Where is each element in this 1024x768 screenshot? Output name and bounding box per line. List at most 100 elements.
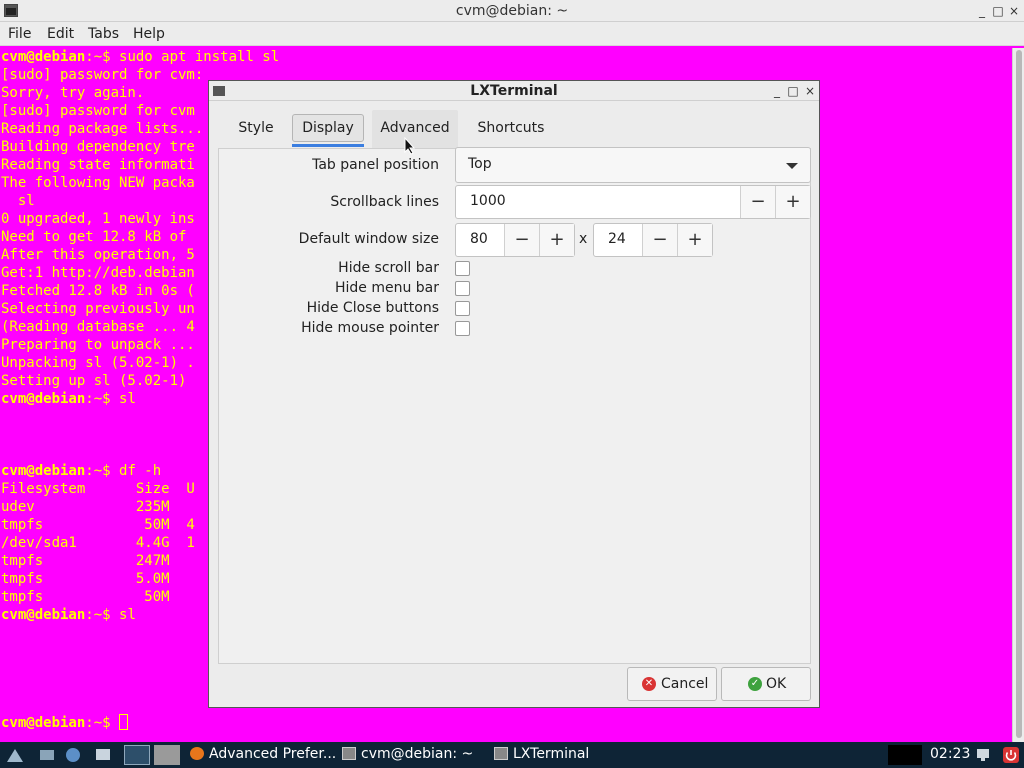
window-cols-spinner[interactable]: 80 − + xyxy=(455,223,575,257)
tab-panel-position-select[interactable]: Top xyxy=(455,147,811,183)
terminal-prompt-line: cvm@debian:~$ df -h xyxy=(1,463,162,479)
rows-decrement-button[interactable]: − xyxy=(642,224,677,256)
terminal-output-line: tmpfs 50M xyxy=(1,589,170,605)
menu-edit[interactable]: Edit xyxy=(47,26,74,42)
terminal-output-line: [sudo] password for cvm: xyxy=(1,67,204,83)
tab-shortcuts[interactable]: Shortcuts xyxy=(470,110,552,148)
terminal-prompt-line: cvm@debian:~$ sl xyxy=(1,391,136,407)
start-menu-icon[interactable] xyxy=(6,746,24,764)
terminal-prompt-line: cvm@debian:~$ xyxy=(1,714,129,732)
cancel-button[interactable]: ✕ Cancel xyxy=(627,667,717,701)
terminal-window-title: cvm@debian: ~ xyxy=(455,3,569,19)
terminal-output-line: tmpfs 247M xyxy=(1,553,170,569)
window-rows-value[interactable]: 24 xyxy=(608,231,626,247)
scrollback-decrement-button[interactable]: − xyxy=(740,186,775,218)
close-button[interactable]: × xyxy=(1007,3,1021,19)
hide-scroll-bar-label: Hide scroll bar xyxy=(338,260,439,276)
preferences-dialog: LXTerminal _ □ × Style Display Advanced … xyxy=(208,80,820,708)
clock[interactable]: 02:23 xyxy=(930,746,970,762)
terminal-output-line: sl xyxy=(1,193,35,209)
terminal-scrollbar[interactable] xyxy=(1012,48,1024,742)
terminal-output-line: Setting up sl (5.02-1) xyxy=(1,373,187,389)
network-icon[interactable] xyxy=(974,746,992,764)
tab-display[interactable]: Display xyxy=(292,110,364,148)
file-manager-icon[interactable] xyxy=(38,746,56,764)
terminal-output-line: 0 upgraded, 1 newly ins xyxy=(1,211,195,227)
taskbar-task-terminal[interactable]: cvm@debian: ~ xyxy=(342,742,473,768)
dialog-title: LXTerminal xyxy=(470,83,558,99)
show-desktop-icon[interactable] xyxy=(94,746,112,764)
dialog-titlebar[interactable]: LXTerminal _ □ × xyxy=(209,81,819,101)
terminal-prompt-line: cvm@debian:~$ sudo apt install sl xyxy=(1,49,280,65)
terminal-output-line: Need to get 12.8 kB of xyxy=(1,229,187,245)
terminal-titlebar[interactable]: cvm@debian: ~ _ □ × xyxy=(0,0,1024,22)
desktop-pager-1[interactable] xyxy=(124,745,150,765)
dialog-minimize-button[interactable]: _ xyxy=(770,83,784,99)
mouse-pointer-icon xyxy=(404,137,416,155)
hide-menu-bar-label: Hide menu bar xyxy=(334,280,439,296)
terminal-output-line: Unpacking sl (5.02-1) . xyxy=(1,355,195,371)
cols-increment-button[interactable]: + xyxy=(539,224,574,256)
display-settings-panel: Tab panel position Top Scrollback lines … xyxy=(218,147,811,664)
active-tab-indicator xyxy=(292,144,364,147)
terminal-output-line: The following NEW packa xyxy=(1,175,195,191)
scrollback-increment-button[interactable]: + xyxy=(775,186,810,218)
dialog-maximize-button[interactable]: □ xyxy=(786,83,800,99)
terminal-prompt-line: cvm@debian:~$ sl xyxy=(1,607,136,623)
power-icon[interactable] xyxy=(1002,746,1020,764)
terminal-output-line: [sudo] password for cvm xyxy=(1,103,195,119)
hide-close-buttons-label: Hide Close buttons xyxy=(306,300,439,316)
terminal-output-line: tmpfs 50M 4 xyxy=(1,517,195,533)
terminal-output-line: Building dependency tre xyxy=(1,139,195,155)
terminal-output-line: Filesystem Size U xyxy=(1,481,195,497)
terminal-output-line: Fetched 12.8 kB in 0s ( xyxy=(1,283,195,299)
terminal-output-line: Reading state informati xyxy=(1,157,195,173)
terminal-output-line: Sorry, try again. xyxy=(1,85,145,101)
cols-decrement-button[interactable]: − xyxy=(504,224,539,256)
taskbar: Advanced Prefer... cvm@debian: ~ LXTermi… xyxy=(0,742,1024,768)
ok-check-icon: ✓ xyxy=(748,677,762,691)
terminal-output-line: Preparing to unpack ... xyxy=(1,337,195,353)
terminal-output-line: tmpfs 5.0M xyxy=(1,571,170,587)
size-separator: x xyxy=(579,231,588,247)
scrollbar-thumb[interactable] xyxy=(1016,50,1022,738)
chevron-down-icon xyxy=(786,163,798,169)
tab-style[interactable]: Style xyxy=(230,110,282,148)
terminal-output-line: (Reading database ... 4 xyxy=(1,319,195,335)
cpu-monitor-graph xyxy=(888,745,922,765)
dialog-close-button[interactable]: × xyxy=(803,83,817,99)
menu-file[interactable]: File xyxy=(8,26,31,42)
hide-close-buttons-checkbox[interactable] xyxy=(455,301,470,316)
hide-mouse-pointer-checkbox[interactable] xyxy=(455,321,470,336)
hide-scroll-bar-checkbox[interactable] xyxy=(455,261,470,276)
ok-button[interactable]: ✓ OK xyxy=(721,667,811,701)
default-window-size-label: Default window size xyxy=(298,231,439,247)
cancel-icon: ✕ xyxy=(642,677,656,691)
terminal-cursor xyxy=(119,714,129,730)
minimize-button[interactable]: _ xyxy=(975,3,989,19)
taskbar-task-advanced-prefs[interactable]: Advanced Prefer... xyxy=(190,742,336,768)
window-cols-value[interactable]: 80 xyxy=(470,231,488,247)
web-browser-icon[interactable] xyxy=(64,746,82,764)
window-rows-spinner[interactable]: 24 − + xyxy=(593,223,713,257)
menu-tabs[interactable]: Tabs xyxy=(88,26,119,42)
taskbar-task-lxterminal[interactable]: LXTerminal xyxy=(494,742,589,768)
terminal-output-line: After this operation, 5 xyxy=(1,247,195,263)
tab-panel-position-label: Tab panel position xyxy=(312,157,439,173)
terminal-output-line: Selecting previously un xyxy=(1,301,195,317)
terminal-icon xyxy=(342,747,356,760)
scrollback-lines-spinner[interactable]: 1000 − + xyxy=(455,185,811,219)
terminal-icon xyxy=(494,747,508,760)
hide-menu-bar-checkbox[interactable] xyxy=(455,281,470,296)
terminal-output-line: Reading package lists... xyxy=(1,121,204,137)
hide-mouse-pointer-label: Hide mouse pointer xyxy=(301,320,439,336)
menu-help[interactable]: Help xyxy=(133,26,165,42)
terminal-output-line: Get:1 http://deb.debian xyxy=(1,265,195,281)
scrollback-lines-value[interactable]: 1000 xyxy=(470,193,506,209)
rows-increment-button[interactable]: + xyxy=(677,224,712,256)
maximize-button[interactable]: □ xyxy=(991,3,1005,19)
terminal-menubar: File Edit Tabs Help xyxy=(0,22,1024,46)
terminal-output-line: /dev/sda1 4.4G 1 xyxy=(1,535,195,551)
desktop-pager-2[interactable] xyxy=(154,745,180,765)
scrollback-lines-label: Scrollback lines xyxy=(330,194,439,210)
